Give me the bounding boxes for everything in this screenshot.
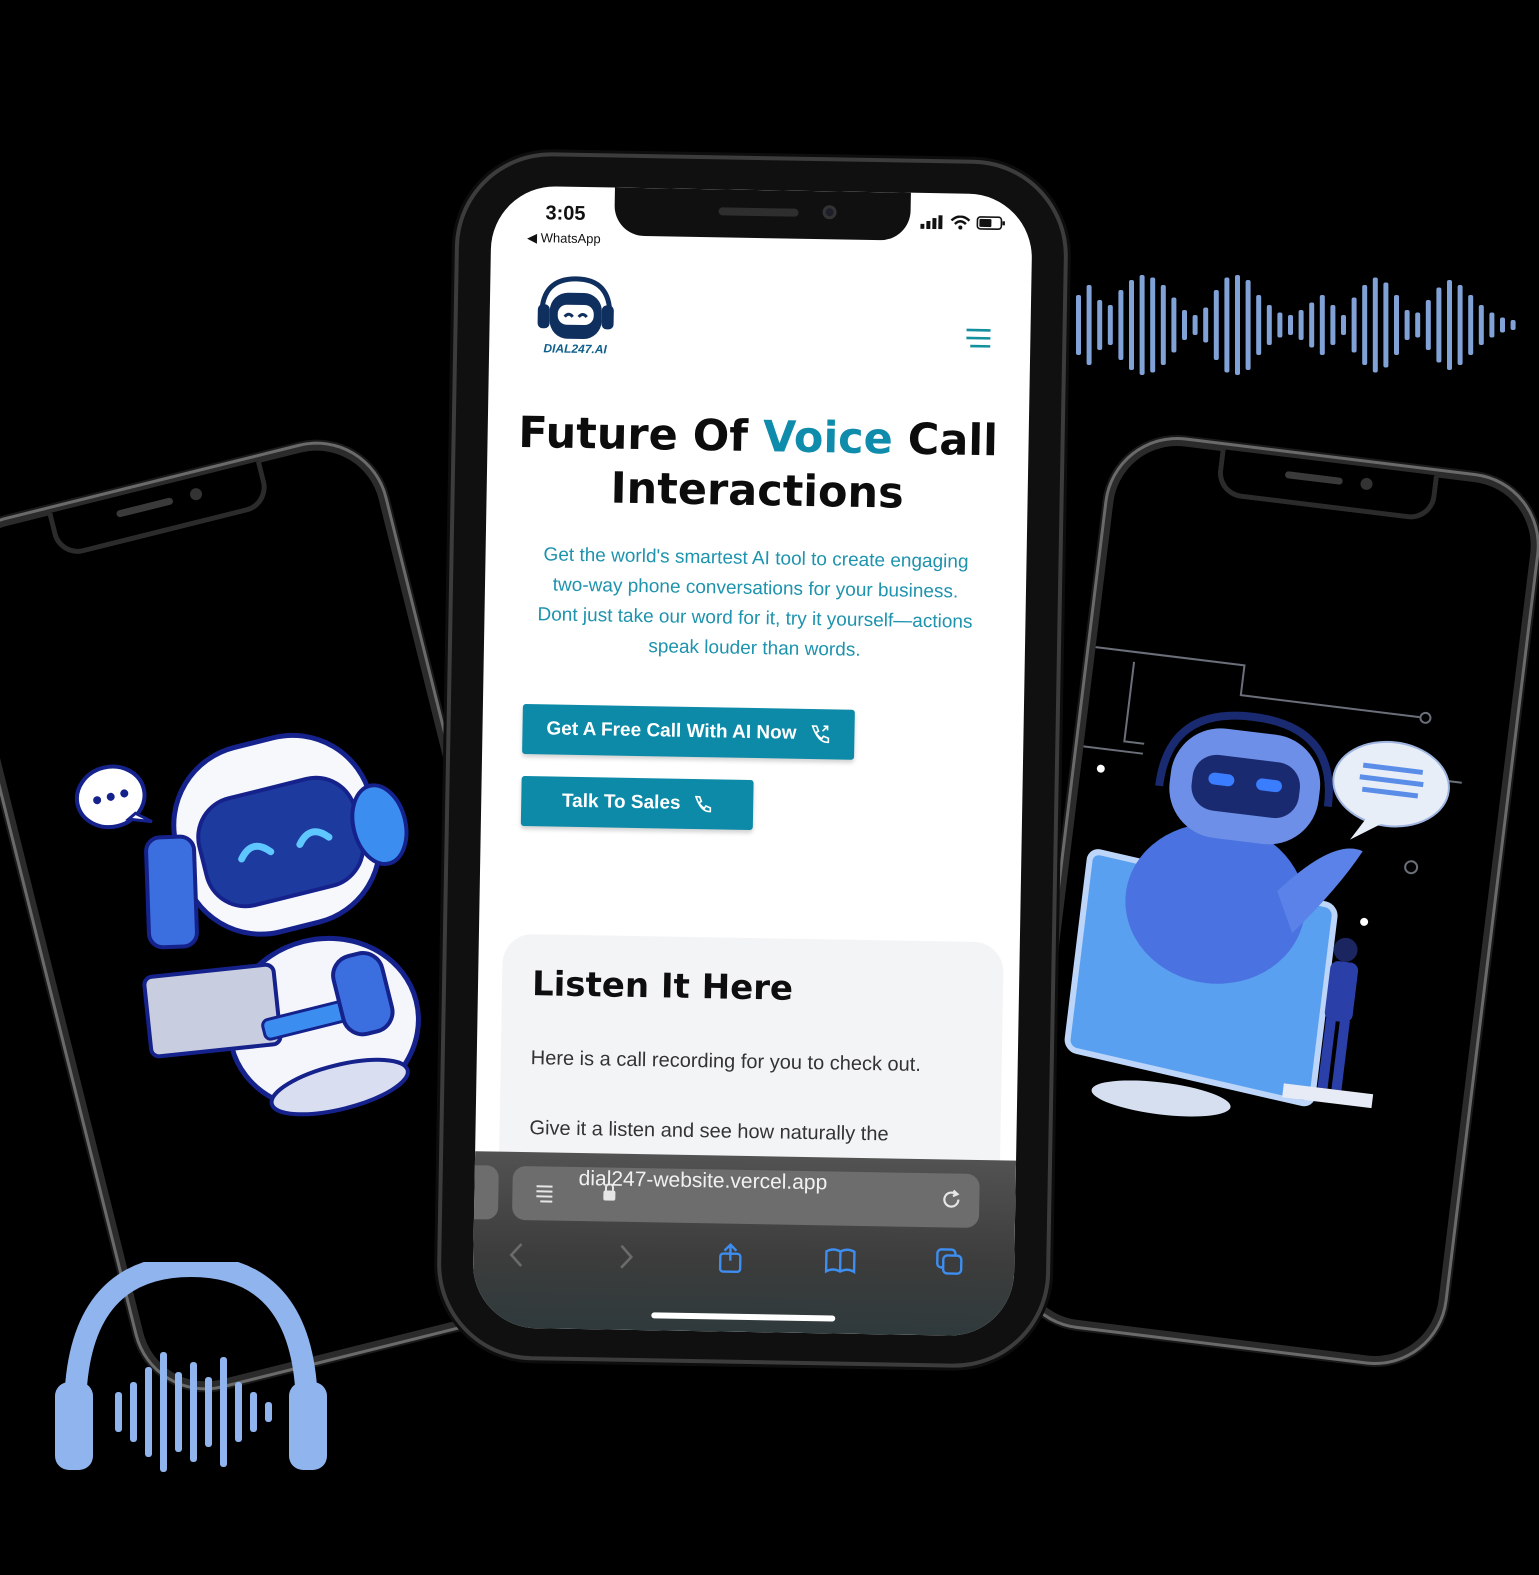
- waveform-bar: [1500, 317, 1505, 333]
- phone-call-icon: [811, 725, 830, 744]
- home-indicator[interactable]: [650, 1312, 835, 1322]
- headphones-wave-bar: [205, 1377, 212, 1447]
- share-icon[interactable]: [713, 1241, 748, 1276]
- waveform-bar: [1192, 315, 1198, 335]
- headphones-wave-bar: [250, 1392, 257, 1432]
- tabs-icon[interactable]: [933, 1245, 968, 1280]
- hero-title: Future Of Voice Call Interactions: [517, 407, 999, 519]
- headphones-wave-bar: [130, 1382, 137, 1442]
- battery-icon: [976, 216, 1005, 231]
- waveform-bar: [1309, 302, 1315, 348]
- talk-to-sales-button[interactable]: Talk To Sales: [520, 775, 754, 831]
- waveform-bar: [1266, 305, 1272, 345]
- waveform-bar: [1362, 285, 1368, 365]
- free-call-button[interactable]: Get A Free Call With AI Now: [522, 703, 855, 760]
- headphones-wave-bar: [115, 1392, 122, 1432]
- waveform-bar: [1129, 280, 1134, 370]
- headphones-wave-bar: [190, 1362, 197, 1462]
- reader-icon[interactable]: [534, 1182, 556, 1204]
- chat-bubble-icon: [74, 764, 153, 830]
- headphones-wave-bar: [220, 1357, 227, 1467]
- waveform-bar: [1468, 295, 1474, 355]
- waveform-bar: [1478, 305, 1484, 345]
- waveform-bar: [1341, 315, 1346, 335]
- waveform-bar: [1150, 277, 1156, 373]
- main-phone-mockup: 3:05 ◀ WhatsApp DIAL247.AI Future Of Voi…: [439, 154, 1066, 1366]
- listen-text: Give it a listen and see how naturally t…: [529, 1117, 889, 1146]
- hero-subtitle: Get the world's smartest AI tool to crea…: [537, 544, 973, 661]
- back-icon[interactable]: [499, 1238, 534, 1273]
- waveform-bar: [1160, 285, 1166, 365]
- waveform-bar: [1394, 295, 1399, 355]
- robot-with-laptop-illustration: [74, 732, 421, 1117]
- phone-notch: [613, 187, 911, 241]
- phone-notch: [47, 460, 273, 560]
- waveform-bar: [1383, 282, 1389, 368]
- bookmarks-icon[interactable]: [823, 1243, 858, 1278]
- waveform-bar: [1489, 312, 1495, 338]
- waveform-bar: [1415, 312, 1421, 338]
- waveform-graphic: [1076, 275, 1516, 375]
- phone-screen: 3:05 ◀ WhatsApp DIAL247.AI Future Of Voi…: [472, 185, 1033, 1337]
- waveform-bar: [1330, 305, 1336, 345]
- waveform-bar: [1235, 275, 1240, 375]
- signal-icon: [920, 215, 943, 230]
- waveform-bar: [1277, 312, 1283, 338]
- waveform-bar: [1288, 315, 1293, 335]
- headphones-graphic: [55, 1262, 327, 1472]
- waveform-bar: [1171, 297, 1177, 353]
- back-to-app-link[interactable]: ◀ WhatsApp: [527, 230, 601, 247]
- browser-toolbar: dial247-website.vercel.app: [472, 1151, 1017, 1337]
- forward-icon[interactable]: [609, 1240, 644, 1275]
- status-icons: [920, 215, 1006, 231]
- waveform-bar: [1139, 275, 1145, 375]
- waveform-bar: [1224, 277, 1230, 373]
- headphones-wave-bar: [145, 1367, 152, 1457]
- waveform-bar: [1182, 310, 1187, 340]
- right-phone-mockup: [1007, 432, 1539, 1370]
- hero-title-accent: Voice: [762, 412, 894, 465]
- dial247-logo[interactable]: DIAL247.AI: [533, 274, 618, 356]
- hamburger-menu-icon[interactable]: [964, 326, 992, 350]
- waveform-bar: [1256, 295, 1262, 355]
- listen-title: Listen It Here: [531, 964, 794, 1009]
- waveform-bar: [1351, 297, 1357, 353]
- phone-notch: [1214, 448, 1440, 523]
- waveform-bar: [1510, 320, 1516, 330]
- waveform-bar: [1319, 295, 1325, 355]
- phone-ring-icon: [695, 795, 712, 813]
- headphones-wave-bar: [265, 1402, 272, 1422]
- headphones-wave-bar: [160, 1352, 167, 1472]
- waveform-bar: [1425, 300, 1431, 350]
- robot-at-monitor-illustration: [1064, 646, 1462, 1117]
- waveform-bar: [1086, 285, 1092, 365]
- logo-text: DIAL247.AI: [543, 341, 607, 355]
- listen-text: Here is a call recording for you to chec…: [530, 1047, 922, 1076]
- previous-tab-pill[interactable]: [473, 1165, 499, 1220]
- status-time: 3:05: [545, 202, 586, 226]
- waveform-bar: [1097, 300, 1103, 350]
- waveform-bar: [1457, 285, 1463, 365]
- waveform-bar: [1372, 277, 1378, 373]
- headphones-wave-bar: [235, 1382, 242, 1442]
- waveform-bar: [1203, 307, 1209, 343]
- waveform-bar: [1107, 305, 1113, 345]
- waveform-bar: [1404, 310, 1410, 340]
- message-bubble-icon: [1332, 740, 1450, 840]
- waveform-bar: [1447, 280, 1452, 370]
- waveform-bar: [1076, 295, 1081, 355]
- waveform-bar: [1118, 290, 1124, 360]
- waveform-bar: [1245, 280, 1251, 370]
- url-text: dial247-website.vercel.app: [578, 1167, 828, 1195]
- waveform-bar: [1298, 310, 1304, 340]
- headphones-wave-bar: [175, 1372, 182, 1452]
- wifi-icon: [950, 215, 971, 230]
- waveform-bar: [1213, 290, 1219, 360]
- waveform-bar: [1436, 287, 1442, 363]
- reload-icon[interactable]: [939, 1187, 963, 1211]
